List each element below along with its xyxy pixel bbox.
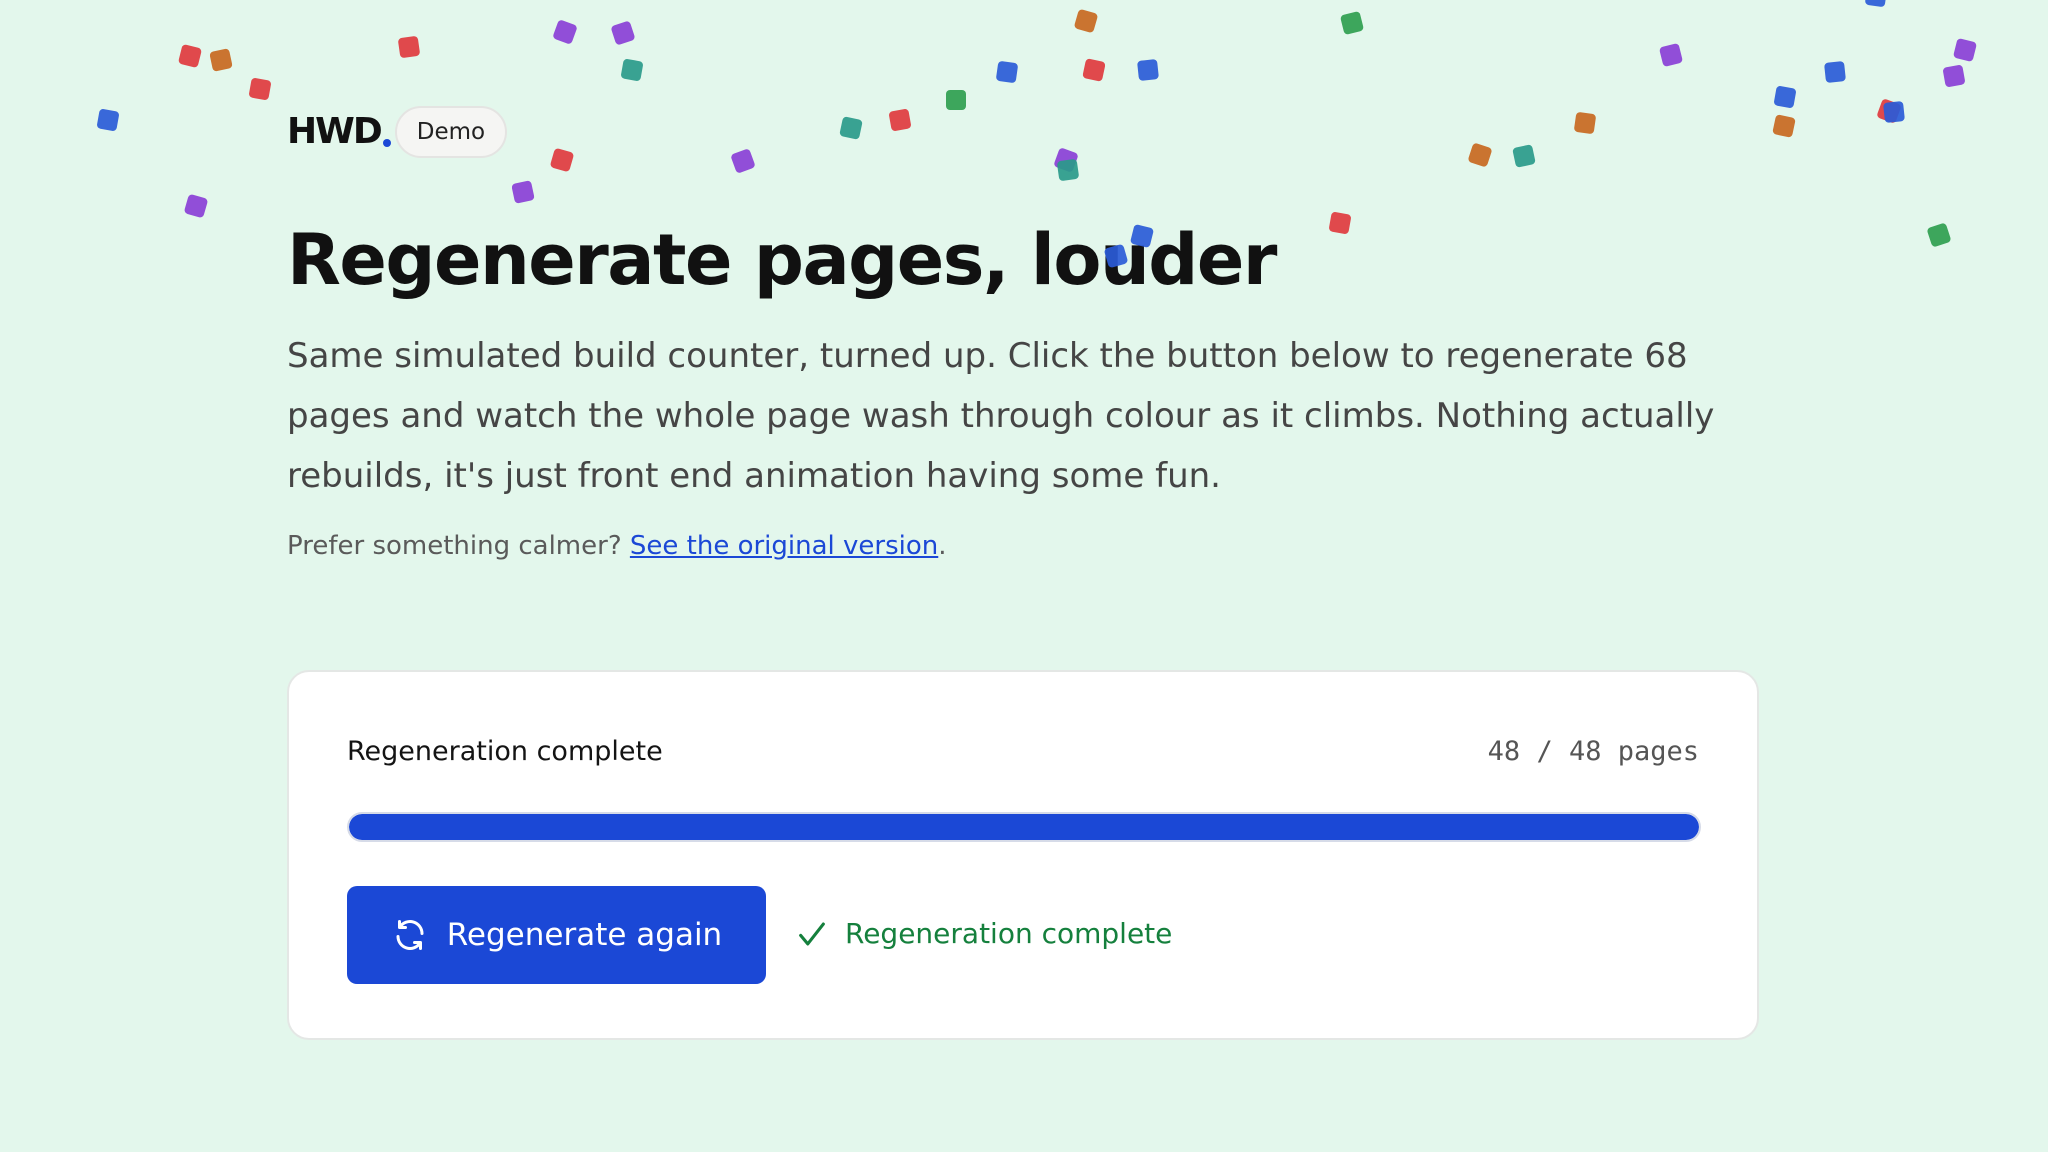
regenerate-again-button[interactable]: Regenerate again (347, 886, 766, 984)
calmer-prefix: Prefer something calmer? (287, 531, 622, 561)
confetti-piece (1952, 37, 1978, 63)
confetti-piece (1082, 58, 1106, 82)
confetti-piece (888, 108, 912, 132)
confetti-piece (946, 90, 966, 110)
completion-text: Regeneration complete (845, 917, 1173, 950)
original-version-link[interactable]: See the original version (630, 531, 938, 561)
confetti-piece (1824, 61, 1846, 83)
confetti-piece (1467, 142, 1493, 168)
confetti-piece (1876, 98, 1902, 124)
progress-bar-fill (349, 814, 1699, 840)
page-title: Regenerate pages, louder (287, 219, 1277, 301)
logo: HWD (287, 111, 383, 152)
confetti-piece (248, 77, 272, 101)
confetti-piece (1658, 42, 1684, 68)
refresh-icon (391, 916, 429, 954)
confetti-piece (183, 193, 209, 219)
regenerate-again-label: Regenerate again (446, 917, 723, 953)
confetti-piece (1772, 114, 1796, 138)
confetti-piece (1883, 101, 1905, 123)
check-icon (795, 917, 829, 951)
confetti-piece (1339, 10, 1365, 36)
confetti-piece (511, 180, 535, 204)
confetti-piece (96, 108, 120, 132)
confetti-piece (397, 35, 421, 59)
page-count: 48 / 48 pages (1487, 736, 1699, 767)
confetti-piece (1137, 59, 1159, 81)
confetti-piece (995, 60, 1019, 84)
calmer-suffix: . (938, 531, 947, 561)
confetti-piece (549, 147, 575, 173)
logo-dot-icon (382, 139, 391, 147)
calmer-note: Prefer something calmer? See the origina… (287, 526, 947, 566)
confetti-piece (1328, 211, 1352, 235)
confetti-piece (1926, 222, 1952, 248)
intro-paragraph: Same simulated build counter, turned up.… (287, 336, 1715, 496)
confetti-piece (610, 20, 636, 46)
confetti-piece (1056, 158, 1080, 182)
confetti-piece (620, 58, 644, 82)
confetti-piece (1942, 64, 1966, 88)
confetti-piece (1073, 8, 1099, 34)
confetti-piece (1512, 144, 1536, 168)
confetti-piece (1053, 147, 1079, 173)
regeneration-card: Regeneration complete 48 / 48 pages Rege… (287, 670, 1759, 1040)
progress-bar (347, 812, 1701, 842)
brand-row: HWD Demo (287, 105, 508, 159)
confetti-piece (730, 148, 756, 174)
status-label: Regeneration complete (347, 736, 663, 767)
confetti-piece (552, 19, 578, 45)
completion-message: Regeneration complete (795, 914, 1172, 954)
confetti-piece (839, 116, 863, 140)
confetti-piece (1573, 111, 1597, 135)
confetti-piece (177, 43, 203, 69)
confetti-piece (209, 48, 233, 72)
demo-badge: Demo (394, 106, 508, 158)
confetti-piece (1864, 0, 1888, 8)
confetti-piece (1773, 85, 1797, 109)
